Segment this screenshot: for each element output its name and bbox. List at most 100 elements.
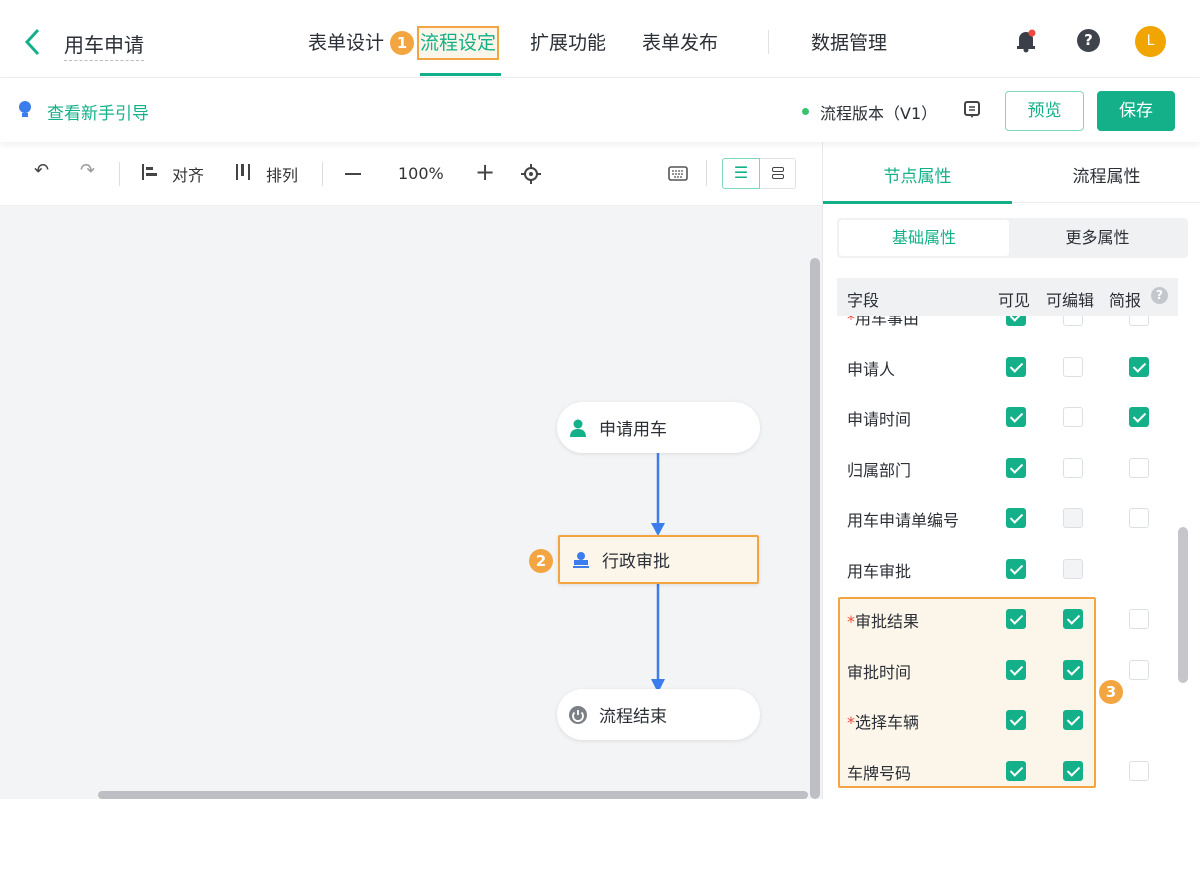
preview-button[interactable]: 预览	[1005, 91, 1084, 131]
zoom-in-icon[interactable]: +	[475, 158, 495, 186]
field-label-text: 申请人	[847, 359, 896, 379]
visible-checkbox[interactable]	[1006, 316, 1026, 326]
applicant-icon	[570, 419, 586, 437]
editable-checkbox[interactable]	[1063, 609, 1083, 629]
field-label-text: 用车申请单编号	[847, 511, 960, 530]
visible-checkbox[interactable]	[1006, 407, 1026, 427]
field-label: 用车申请单编号	[847, 507, 959, 531]
visible-checkbox[interactable]	[1006, 457, 1026, 478]
brief-checkbox[interactable]	[1129, 457, 1149, 478]
field-label: *审批结果	[847, 608, 919, 632]
col-brief: 简报	[1109, 291, 1142, 310]
segment-basic[interactable]: 基础属性	[839, 220, 1009, 256]
redo-icon[interactable]: ↷	[80, 160, 95, 181]
field-row: *用车事由	[837, 316, 1178, 342]
help-icon[interactable]: ?	[1151, 287, 1168, 304]
brief-checkbox[interactable]	[1129, 356, 1149, 377]
step-badge-1: 1	[390, 31, 414, 55]
status-dot	[802, 108, 809, 115]
flow-node-end[interactable]: 流程结束	[557, 689, 760, 740]
field-row: *选择车辆	[837, 695, 1178, 746]
brief-checkbox[interactable]	[1129, 508, 1149, 528]
brief-checkbox[interactable]	[1129, 609, 1149, 629]
flow-node-start[interactable]: 申请用车	[557, 402, 760, 453]
field-label-text: 申请时间	[847, 410, 912, 429]
canvas-vertical-scrollbar[interactable]	[810, 258, 820, 799]
editable-checkbox	[1063, 558, 1083, 579]
field-label-text: 审批结果	[855, 612, 920, 631]
brief-checkbox[interactable]	[1129, 316, 1149, 326]
tab-flow-settings[interactable]: 流程设定	[417, 26, 500, 60]
panel-scrollbar[interactable]	[1178, 527, 1188, 683]
tab-form-publish[interactable]: 表单发布	[642, 28, 718, 55]
visible-checkbox[interactable]	[1006, 356, 1026, 377]
step-badge-3: 3	[1099, 680, 1123, 704]
zoom-level: 100%	[398, 164, 444, 183]
align-button[interactable]: 对齐	[172, 162, 204, 186]
visible-checkbox[interactable]	[1006, 659, 1026, 680]
help-icon[interactable]: ?	[1077, 29, 1100, 52]
brief-checkbox[interactable]	[1129, 760, 1149, 781]
visible-checkbox[interactable]	[1006, 710, 1026, 730]
tab-form-design[interactable]: 表单设计	[308, 28, 384, 55]
brief-checkbox[interactable]	[1129, 407, 1149, 427]
properties-panel: 节点属性 流程属性 基础属性 更多属性 字段 可见 可编辑 简报 ? *用车事由…	[822, 142, 1200, 799]
tab-node-properties[interactable]: 节点属性	[823, 162, 1012, 187]
back-chevron-icon[interactable]	[22, 28, 42, 56]
card-view-toggle[interactable]	[760, 158, 796, 189]
align-icon[interactable]	[142, 164, 158, 180]
bell-icon[interactable]	[1015, 29, 1037, 53]
canvas-toolbar: ↶ ↷ 对齐 排列 100% + ☰	[0, 142, 822, 206]
field-list: *用车事由 申请人 申请时间 归属部门 用车申请单编号 用车审批 *审批结果 审批时间 *选择车…	[837, 316, 1178, 799]
flow-canvas[interactable]: 申请用车 行政审批 2 流程结束	[0, 206, 822, 799]
document-icon[interactable]	[963, 100, 981, 120]
arrange-icon[interactable]	[236, 164, 250, 180]
flow-node-admin-approval[interactable]: 行政审批	[558, 535, 759, 584]
arrange-button[interactable]: 排列	[266, 162, 298, 186]
zoom-out-icon[interactable]	[345, 173, 361, 175]
editable-checkbox[interactable]	[1063, 457, 1083, 478]
editable-checkbox[interactable]	[1063, 407, 1083, 427]
segment-more[interactable]: 更多属性	[1009, 220, 1186, 256]
required-mark: *	[847, 316, 855, 328]
field-label-text: 用车事由	[855, 316, 920, 328]
editable-checkbox[interactable]	[1063, 356, 1083, 377]
segmented-control: 基础属性 更多属性	[837, 218, 1188, 258]
tab-extensions[interactable]: 扩展功能	[530, 28, 606, 55]
field-label-text: 选择车辆	[855, 713, 920, 732]
active-tab-indicator	[823, 201, 1012, 204]
stamp-icon	[573, 551, 589, 568]
field-label: 归属部门	[847, 457, 911, 481]
field-row: 用车审批	[837, 544, 1178, 595]
flow-version[interactable]: 流程版本（V1）	[820, 100, 937, 124]
undo-icon[interactable]: ↶	[34, 160, 49, 181]
field-label: 用车审批	[847, 558, 911, 582]
keyboard-icon[interactable]	[668, 166, 688, 181]
visible-checkbox[interactable]	[1006, 609, 1026, 629]
brief-checkbox[interactable]	[1129, 659, 1149, 680]
divider	[119, 162, 120, 186]
tab-data-management[interactable]: 数据管理	[811, 28, 887, 55]
locate-icon[interactable]	[520, 163, 542, 185]
field-label-text: 审批时间	[847, 662, 912, 682]
save-button[interactable]: 保存	[1097, 91, 1175, 131]
flow-arrows	[651, 453, 665, 693]
visible-checkbox[interactable]	[1006, 508, 1026, 528]
editable-checkbox[interactable]	[1063, 316, 1083, 326]
field-row: 申请时间	[837, 392, 1178, 443]
canvas-horizontal-scrollbar[interactable]	[98, 791, 808, 799]
editable-checkbox[interactable]	[1063, 710, 1083, 730]
visible-checkbox[interactable]	[1006, 760, 1026, 781]
tab-flow-properties[interactable]: 流程属性	[1012, 162, 1200, 187]
user-avatar[interactable]: L	[1135, 26, 1166, 57]
list-view-toggle[interactable]: ☰	[722, 158, 760, 189]
editable-checkbox[interactable]	[1063, 760, 1083, 781]
top-header: 用车申请 表单设计 1 流程设定 扩展功能 表单发布 数据管理 ? L	[0, 0, 1200, 78]
field-label: 审批时间	[847, 659, 911, 683]
editable-checkbox[interactable]	[1063, 659, 1083, 680]
guide-link[interactable]: 查看新手引导	[47, 99, 149, 124]
visible-checkbox[interactable]	[1006, 558, 1026, 579]
table-header: 字段 可见 可编辑 简报 ?	[837, 278, 1178, 316]
field-label: 申请人	[847, 356, 895, 380]
divider	[768, 30, 769, 54]
